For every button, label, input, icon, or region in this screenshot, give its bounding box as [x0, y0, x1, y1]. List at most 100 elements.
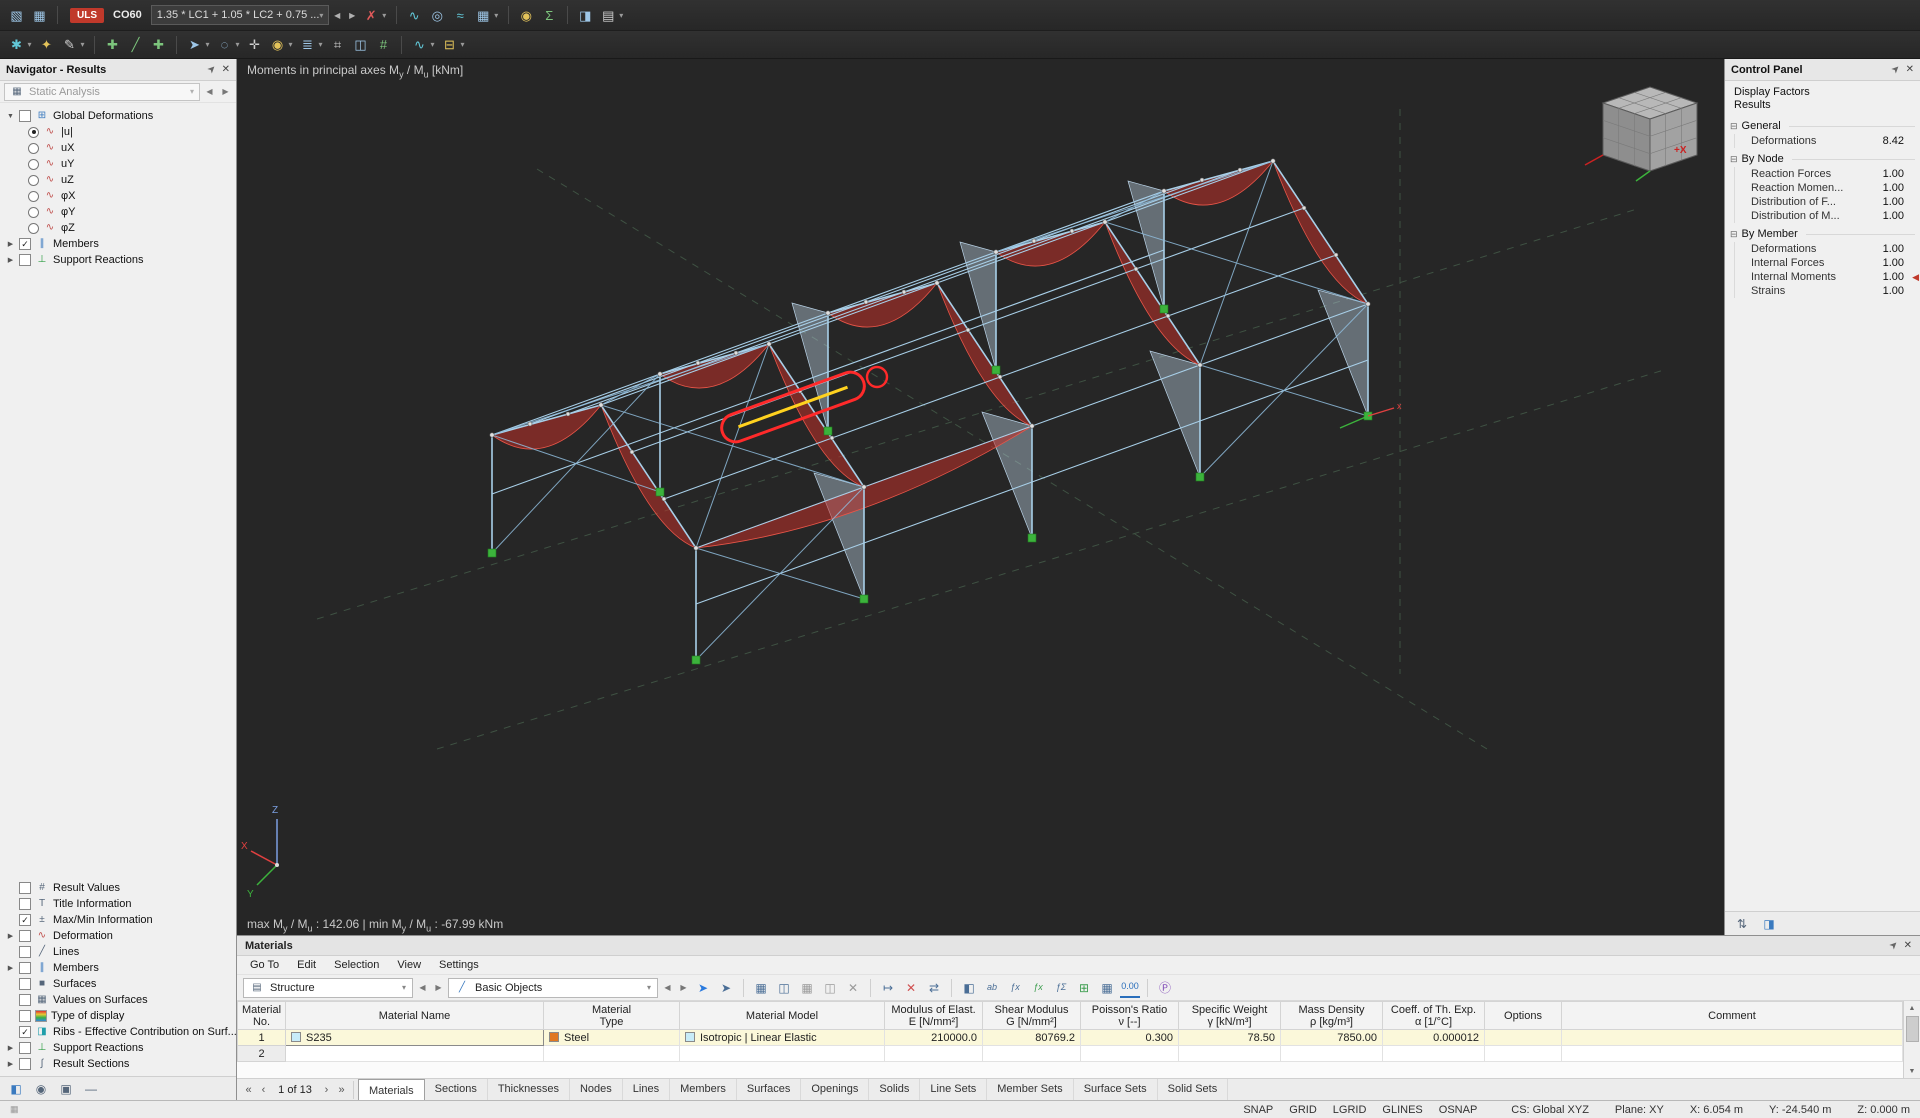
- tree-item-surfaces[interactable]: ■ Surfaces: [2, 976, 236, 992]
- tab-thicknesses[interactable]: Thicknesses: [488, 1079, 570, 1100]
- empty-cell[interactable]: [1281, 1046, 1383, 1062]
- tree-item-members[interactable]: ▶ ∥ Members: [2, 236, 236, 252]
- first-table-button[interactable]: «: [241, 1084, 256, 1096]
- chevron-down-icon[interactable]: ▾: [78, 40, 87, 49]
- factor-row[interactable]: Distribution of M... 1.00: [1735, 209, 1920, 223]
- table-columns-icon[interactable]: ▦: [797, 978, 817, 998]
- checkbox[interactable]: [19, 1058, 31, 1070]
- new-node-icon[interactable]: ✚: [102, 34, 123, 55]
- panel-settings-icon[interactable]: ◨: [1760, 915, 1778, 933]
- collapse-icon[interactable]: ⊟: [1730, 154, 1738, 165]
- tab-member-sets[interactable]: Member Sets: [987, 1079, 1073, 1100]
- empty-cell[interactable]: [1179, 1046, 1281, 1062]
- tab-line-sets[interactable]: Line Sets: [920, 1079, 987, 1100]
- radio-button[interactable]: [28, 127, 39, 138]
- checkbox[interactable]: [19, 254, 31, 266]
- checkbox[interactable]: [19, 978, 31, 990]
- row-number[interactable]: 2: [238, 1046, 286, 1062]
- scroll-up-icon[interactable]: ▲: [1904, 1001, 1920, 1015]
- navigator-panel-icon[interactable]: ◧: [7, 1080, 25, 1098]
- tree-item-ribs[interactable]: ◨ Ribs - Effective Contribution on Surf.…: [2, 1024, 236, 1040]
- tree-item-phix[interactable]: ∿ φX: [2, 188, 236, 204]
- snap-toggle[interactable]: SNAP: [1235, 1104, 1281, 1116]
- empty-cell[interactable]: [286, 1046, 544, 1062]
- tree-item-uy[interactable]: ∿ uY: [2, 156, 236, 172]
- previous-table-button[interactable]: ◀: [416, 979, 429, 997]
- structure-model[interactable]: x: [237, 59, 1724, 935]
- new-window-icon[interactable]: ◧: [959, 978, 979, 998]
- factor-row-internal-moments[interactable]: Internal Moments 1.00 ◀: [1735, 270, 1920, 284]
- checkbox[interactable]: [19, 110, 31, 122]
- favorites-icon[interactable]: ✦: [36, 34, 57, 55]
- chevron-down-icon[interactable]: ▾: [458, 40, 467, 49]
- factor-row[interactable]: Reaction Forces 1.00: [1735, 167, 1920, 181]
- group-header[interactable]: ⊟ By Node: [1725, 151, 1920, 167]
- material-row-1[interactable]: 1 S235 Steel Isotropic | Linear Elastic …: [238, 1030, 1903, 1046]
- layers-icon[interactable]: ≣: [297, 34, 318, 55]
- snap-settings-icon[interactable]: ✱: [6, 34, 27, 55]
- table-scrollbar[interactable]: ▲ ▼: [1903, 1001, 1920, 1078]
- close-icon[interactable]: ✕: [1904, 940, 1912, 951]
- checkbox[interactable]: [19, 882, 31, 894]
- load-combination-select[interactable]: 1.35 * LC1 + 1.05 * LC2 + 0.75 ... ▾: [151, 5, 329, 25]
- show-results-icon[interactable]: ◉: [516, 5, 537, 26]
- group-header[interactable]: ⊟ General: [1725, 118, 1920, 134]
- clipping-box-icon[interactable]: ◫: [350, 34, 371, 55]
- add-table-icon[interactable]: ⊞: [1074, 978, 1094, 998]
- empty-cell[interactable]: [983, 1046, 1081, 1062]
- empty-cell[interactable]: [1383, 1046, 1485, 1062]
- factor-value[interactable]: 1.00: [1883, 243, 1920, 255]
- next-category-button[interactable]: ▶: [677, 979, 690, 997]
- material-name-cell[interactable]: S235: [286, 1030, 544, 1046]
- previous-category-button[interactable]: ◀: [661, 979, 674, 997]
- tab-materials[interactable]: Materials: [358, 1079, 425, 1101]
- osnap-toggle[interactable]: OSNAP: [1431, 1104, 1486, 1116]
- delete-row-icon[interactable]: ✕: [901, 978, 921, 998]
- factor-value[interactable]: 1.00: [1883, 285, 1920, 297]
- radio-button[interactable]: [28, 175, 39, 186]
- empty-cell[interactable]: [1485, 1046, 1562, 1062]
- factor-value[interactable]: 1.00: [1883, 257, 1920, 269]
- menu-settings[interactable]: Settings: [430, 959, 488, 971]
- structure-filter-select[interactable]: ▤ Structure ▾: [243, 978, 413, 998]
- chevron-down-icon[interactable]: ▾: [428, 40, 437, 49]
- checkbox[interactable]: [19, 930, 31, 942]
- checkbox[interactable]: [19, 898, 31, 910]
- pick-in-model-icon[interactable]: ➤: [716, 978, 736, 998]
- display-factors-icon[interactable]: ⇅: [1733, 915, 1751, 933]
- tab-lines[interactable]: Lines: [623, 1079, 670, 1100]
- close-icon[interactable]: ✕: [222, 64, 230, 75]
- tab-surface-sets[interactable]: Surface Sets: [1074, 1079, 1158, 1100]
- empty-cell[interactable]: [885, 1046, 983, 1062]
- printout-report-icon[interactable]: ▤: [598, 5, 619, 26]
- previous-analysis-button[interactable]: ◀: [203, 83, 216, 101]
- next-analysis-button[interactable]: ▶: [219, 83, 232, 101]
- thermal-exp-cell[interactable]: 0.000012: [1383, 1030, 1485, 1046]
- scroll-down-icon[interactable]: ▼: [1904, 1064, 1920, 1078]
- checkbox[interactable]: [19, 1026, 31, 1038]
- chevron-down-icon[interactable]: ▾: [617, 11, 626, 20]
- tree-item-phiz[interactable]: ∿ φZ: [2, 220, 236, 236]
- display-properties-icon[interactable]: ◉: [32, 1080, 50, 1098]
- tree-item-ux[interactable]: ∿ uX: [2, 140, 236, 156]
- radio-button[interactable]: [28, 191, 39, 202]
- next-page-button[interactable]: ›: [319, 1084, 334, 1096]
- formula-edit-icon[interactable]: ƒx: [1028, 978, 1048, 998]
- checkbox[interactable]: [19, 1042, 31, 1054]
- rename-icon[interactable]: ab: [982, 978, 1002, 998]
- grid-toggle[interactable]: GRID: [1281, 1104, 1325, 1116]
- scrollbar-thumb[interactable]: [1906, 1016, 1919, 1042]
- material-model-cell[interactable]: Isotropic | Linear Elastic: [680, 1030, 885, 1046]
- factor-row[interactable]: Distribution of F... 1.00: [1735, 195, 1920, 209]
- pin-icon[interactable]: ➤: [1888, 939, 1902, 953]
- tab-members[interactable]: Members: [670, 1079, 737, 1100]
- expander-icon[interactable]: ▶: [6, 932, 15, 940]
- load-transfer-icon[interactable]: ⊟: [439, 34, 460, 55]
- poisson-cell[interactable]: 0.300: [1081, 1030, 1179, 1046]
- chevron-down-icon[interactable]: ▾: [492, 11, 501, 20]
- checkbox[interactable]: [19, 238, 31, 250]
- work-plane-icon[interactable]: ⌗: [327, 34, 348, 55]
- empty-cell[interactable]: [1562, 1046, 1903, 1062]
- expander-icon[interactable]: ▼: [6, 113, 15, 120]
- analysis-select[interactable]: ▦ Static Analysis ▾: [4, 83, 200, 101]
